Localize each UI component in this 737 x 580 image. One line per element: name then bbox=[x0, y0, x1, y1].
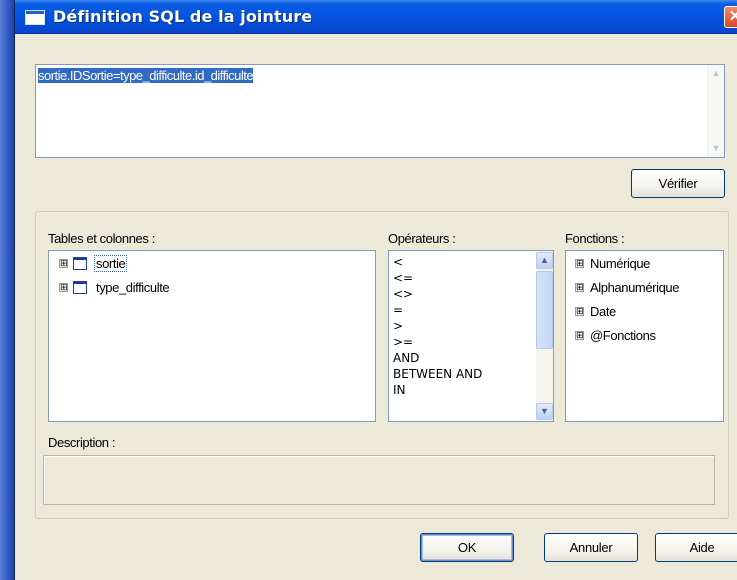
sql-scrollbar[interactable]: ▲ ▼ bbox=[707, 65, 724, 157]
functions-label: Fonctions : bbox=[565, 231, 625, 246]
tree-item-label: sortie bbox=[93, 254, 128, 272]
tree-item-numerique[interactable]: ⊞ Numérique bbox=[575, 254, 651, 272]
tree-item-type-difficulte[interactable]: ⊞ type_difficulte bbox=[59, 278, 170, 296]
ok-button[interactable]: OK bbox=[420, 533, 514, 562]
expand-icon[interactable]: ⊞ bbox=[575, 282, 584, 292]
tree-item-alphanumerique[interactable]: ⊞ Alphanumérique bbox=[575, 278, 680, 296]
sql-expression[interactable]: sortie.IDSortie=type_difficulte.id_diffi… bbox=[38, 68, 254, 83]
tree-item-sortie[interactable]: ⊞ sortie bbox=[59, 254, 128, 272]
expand-icon[interactable]: ⊞ bbox=[59, 258, 68, 268]
sql-selected-text: sortie.IDSortie=type_difficulte.id_diffi… bbox=[38, 68, 254, 83]
table-icon bbox=[73, 256, 87, 270]
expand-icon[interactable]: ⊞ bbox=[59, 282, 68, 292]
operators-label: Opérateurs : bbox=[388, 231, 456, 246]
table-icon bbox=[73, 280, 87, 294]
scroll-down-icon[interactable]: ▼ bbox=[536, 403, 553, 420]
tables-tree[interactable]: ⊞ sortie ⊞ type_difficulte bbox=[48, 250, 376, 422]
tables-label: Tables et colonnes : bbox=[48, 231, 155, 246]
description-field bbox=[43, 455, 715, 505]
operators-scrollbar[interactable]: ▲ ▼ bbox=[536, 251, 553, 421]
scroll-down-icon[interactable]: ▼ bbox=[708, 140, 724, 157]
title-bar[interactable]: Définition SQL de la jointure ✕ bbox=[15, 0, 737, 34]
list-item[interactable]: BETWEEN AND bbox=[393, 366, 482, 382]
tree-item-label: Numérique bbox=[590, 255, 650, 271]
description-label: Description : bbox=[48, 435, 116, 450]
close-button[interactable]: ✕ bbox=[724, 6, 737, 28]
tree-item-label: @Fonctions bbox=[590, 327, 656, 343]
list-item[interactable]: <= bbox=[393, 270, 413, 286]
scroll-up-icon[interactable]: ▲ bbox=[536, 252, 553, 269]
list-item[interactable]: = bbox=[393, 302, 403, 318]
list-item[interactable]: AND bbox=[393, 350, 419, 366]
background-window-edge bbox=[0, 0, 14, 580]
tree-item-fonctions[interactable]: ⊞ @Fonctions bbox=[575, 326, 657, 344]
help-button[interactable]: Aide bbox=[655, 533, 737, 562]
sql-editor[interactable]: sortie.IDSortie=type_difficulte.id_diffi… bbox=[35, 64, 725, 158]
list-item[interactable]: <> bbox=[393, 286, 413, 302]
cancel-button[interactable]: Annuler bbox=[544, 533, 638, 562]
tree-item-date[interactable]: ⊞ Date bbox=[575, 302, 617, 320]
list-item[interactable]: < bbox=[393, 254, 403, 270]
list-item[interactable]: > bbox=[393, 318, 403, 334]
window-icon bbox=[25, 10, 45, 25]
list-item[interactable]: >= bbox=[393, 334, 413, 350]
functions-tree[interactable]: ⊞ Numérique ⊞ Alphanumérique ⊞ Date ⊞ @F… bbox=[565, 250, 724, 422]
window-title: Définition SQL de la jointure bbox=[53, 7, 313, 26]
list-item[interactable]: IN bbox=[393, 382, 406, 398]
expand-icon[interactable]: ⊞ bbox=[575, 258, 584, 268]
expand-icon[interactable]: ⊞ bbox=[575, 306, 584, 316]
verify-button[interactable]: Vérifier bbox=[631, 169, 725, 198]
tree-item-label: Date bbox=[590, 303, 616, 319]
join-definition-dialog: Définition SQL de la jointure ✕ sortie.I… bbox=[14, 0, 737, 580]
tree-item-label: Alphanumérique bbox=[590, 279, 680, 295]
operators-list[interactable]: < <= <> = > >= AND BETWEEN AND IN ▲ ▼ bbox=[388, 250, 554, 422]
scroll-up-icon[interactable]: ▲ bbox=[708, 65, 724, 82]
tree-item-label: type_difficulte bbox=[96, 279, 170, 295]
expand-icon[interactable]: ⊞ bbox=[575, 330, 584, 340]
scroll-thumb[interactable] bbox=[536, 271, 553, 349]
